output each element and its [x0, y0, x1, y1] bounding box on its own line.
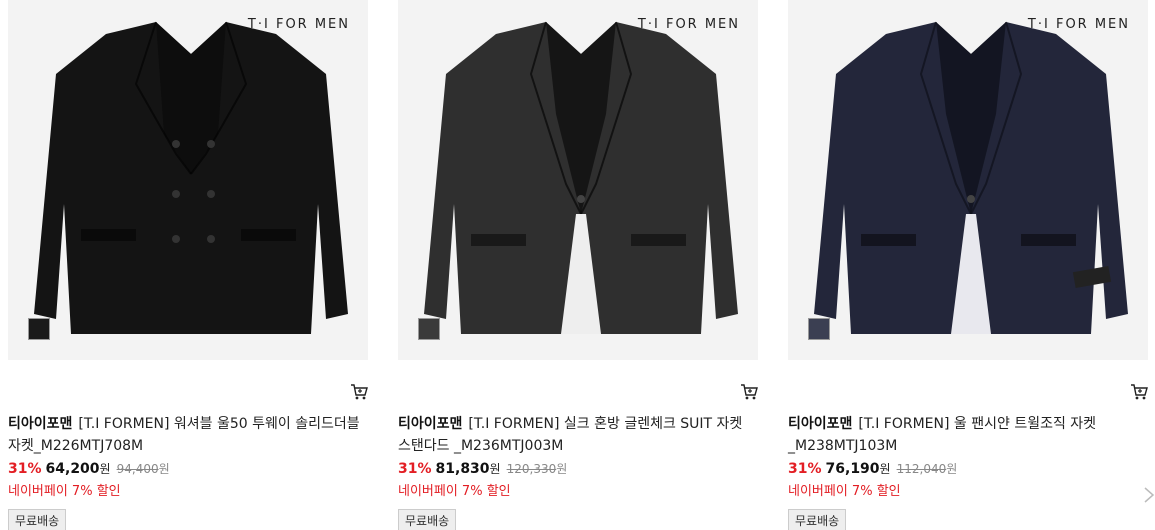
product-brand: 티아이포맨: [8, 416, 73, 432]
price-row: 31% 64,200원 94,400원: [8, 460, 170, 477]
discount-rate: 31%: [398, 461, 432, 477]
discount-rate: 31%: [788, 461, 822, 477]
product-title[interactable]: 티아이포맨 [T.I FORMEN] 울 팬시얀 트윌조직 자켓 _M238MTJ…: [788, 413, 1148, 457]
product-image[interactable]: T·I FOR MEN: [398, 0, 758, 360]
jacket-image: [424, 21, 738, 334]
npay-discount: 네이버페이 7% 할인: [8, 484, 121, 499]
npay-discount: 네이버페이 7% 할인: [398, 484, 511, 499]
product-brand: 티아이포맨: [788, 416, 853, 432]
original-price: 94,400: [116, 462, 159, 476]
free-shipping-badge: 무료배송: [788, 509, 847, 530]
color-swatch[interactable]: [808, 318, 830, 340]
product-brand: 티아이포맨: [398, 416, 463, 432]
price-unit: 원: [99, 462, 111, 476]
color-swatch[interactable]: [28, 318, 50, 340]
scroll-arrow-icon[interactable]: [1143, 480, 1155, 510]
product-grid: T·I FOR MEN 티아이포맨 [T.I FORMEN] 워셔블 울50 투…: [0, 0, 1155, 530]
product-card[interactable]: T·I FOR MEN 티아이포맨 [T.I FORMEN] 실크 혼방 글렌체크…: [398, 0, 758, 530]
price-row: 31% 81,830원 120,330원: [398, 460, 567, 477]
cart-icon[interactable]: [740, 383, 758, 401]
free-shipping-badge: 무료배송: [398, 509, 457, 530]
discount-rate: 31%: [8, 461, 42, 477]
original-price-unit: 원: [946, 462, 958, 476]
product-image[interactable]: T·I FOR MEN: [8, 0, 368, 360]
price-unit: 원: [879, 462, 891, 476]
product-card[interactable]: T·I FOR MEN 티아이포맨 [T.I FORMEN] 울 팬시얀 트윌조직…: [788, 0, 1148, 530]
sale-price: 76,190: [825, 461, 880, 477]
original-price: 120,330: [506, 462, 557, 476]
original-price: 112,040: [896, 462, 947, 476]
free-shipping-badge: 무료배송: [8, 509, 67, 530]
cart-icon[interactable]: [350, 383, 368, 401]
jacket-image: [34, 21, 348, 334]
price-row: 31% 76,190원 112,040원: [788, 460, 957, 477]
jacket-image: [814, 21, 1128, 334]
original-price-unit: 원: [556, 462, 568, 476]
color-swatch[interactable]: [418, 318, 440, 340]
sale-price: 81,830: [435, 461, 490, 477]
cart-icon[interactable]: [1130, 383, 1148, 401]
sale-price: 64,200: [45, 461, 100, 477]
npay-discount: 네이버페이 7% 할인: [788, 484, 901, 499]
original-price-unit: 원: [158, 462, 170, 476]
product-image[interactable]: T·I FOR MEN: [788, 0, 1148, 360]
product-title[interactable]: 티아이포맨 [T.I FORMEN] 워셔블 울50 투웨이 솔리드더블 자켓_M…: [8, 413, 368, 457]
product-card[interactable]: T·I FOR MEN 티아이포맨 [T.I FORMEN] 워셔블 울50 투…: [8, 0, 368, 530]
price-unit: 원: [489, 462, 501, 476]
product-title[interactable]: 티아이포맨 [T.I FORMEN] 실크 혼방 글렌체크 SUIT 자켓 스탠다…: [398, 413, 758, 457]
